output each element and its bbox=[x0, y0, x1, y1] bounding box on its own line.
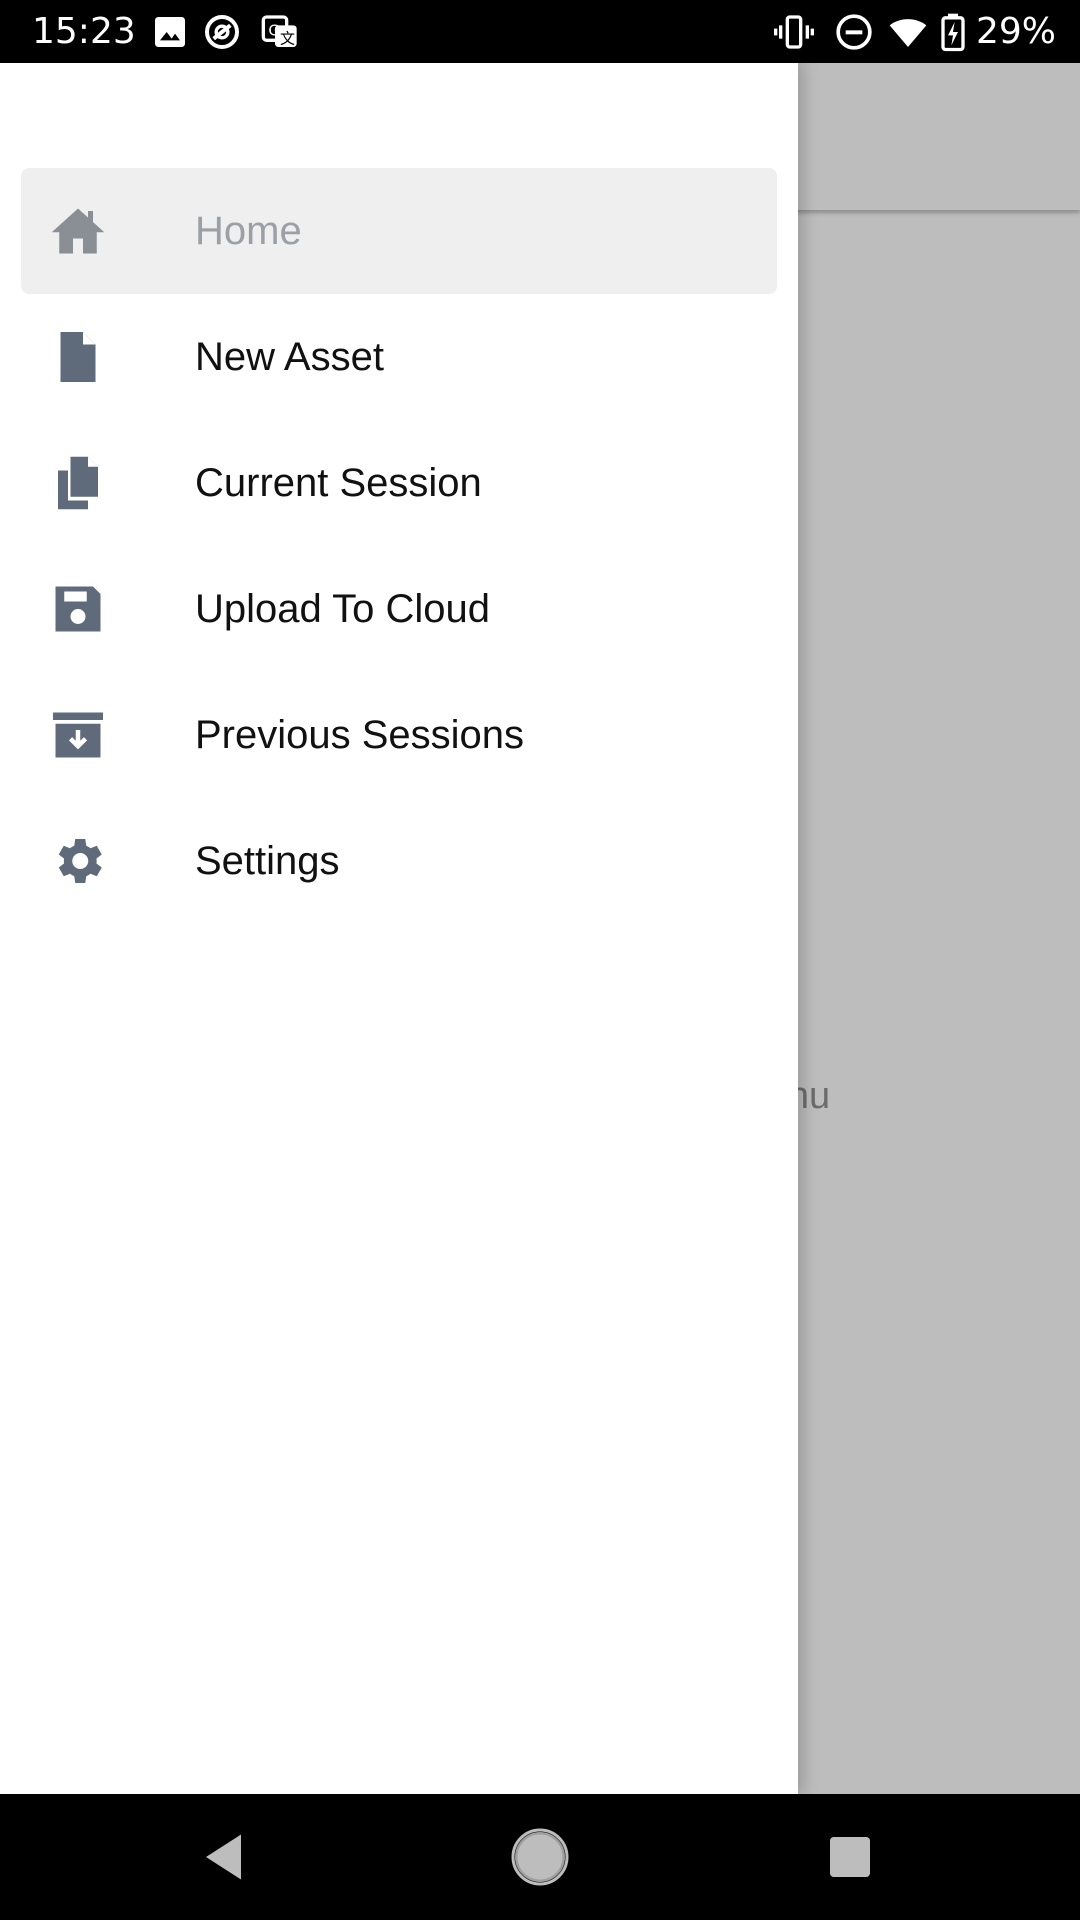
navigation-drawer: Home New Asset Current Session Upload To… bbox=[0, 63, 798, 1794]
archive-icon bbox=[46, 705, 110, 765]
status-time: 15:23 bbox=[32, 11, 136, 52]
menu-item-current-session[interactable]: Current Session bbox=[21, 420, 777, 546]
menu-item-label: Settings bbox=[195, 839, 340, 883]
menu-item-label: Home bbox=[195, 209, 302, 253]
copy-icon bbox=[46, 453, 110, 513]
home-button[interactable] bbox=[510, 1827, 570, 1887]
menu-item-home[interactable]: Home bbox=[21, 168, 777, 294]
battery-percent: 29% bbox=[976, 11, 1057, 52]
file-icon bbox=[46, 327, 110, 387]
gear-icon bbox=[46, 831, 110, 891]
menu-item-upload-to-cloud[interactable]: Upload To Cloud bbox=[21, 546, 777, 672]
battery-charging-icon bbox=[938, 12, 968, 52]
menu-item-new-asset[interactable]: New Asset bbox=[21, 294, 777, 420]
system-nav-bar bbox=[0, 1794, 1080, 1920]
translate-icon: G文 bbox=[260, 12, 300, 52]
svg-text:G: G bbox=[268, 21, 280, 39]
dnd-icon bbox=[834, 12, 874, 52]
drawer-menu: Home New Asset Current Session Upload To… bbox=[21, 168, 777, 924]
save-icon bbox=[46, 579, 110, 639]
home-icon bbox=[46, 201, 110, 261]
recents-button[interactable] bbox=[820, 1827, 880, 1887]
menu-item-settings[interactable]: Settings bbox=[21, 798, 777, 924]
menu-item-label: New Asset bbox=[195, 335, 384, 379]
menu-item-label: Current Session bbox=[195, 461, 482, 505]
menu-item-label: Previous Sessions bbox=[195, 713, 525, 757]
image-icon bbox=[150, 12, 190, 52]
back-button[interactable] bbox=[196, 1827, 256, 1887]
sync-icon bbox=[202, 12, 242, 52]
menu-item-previous-sessions[interactable]: Previous Sessions bbox=[21, 672, 777, 798]
vibrate-icon bbox=[774, 12, 814, 52]
wifi-icon bbox=[888, 12, 928, 52]
menu-item-label: Upload To Cloud bbox=[195, 587, 491, 631]
status-bar: 15:23 G文 29% bbox=[0, 0, 1080, 63]
svg-text:文: 文 bbox=[280, 30, 295, 48]
